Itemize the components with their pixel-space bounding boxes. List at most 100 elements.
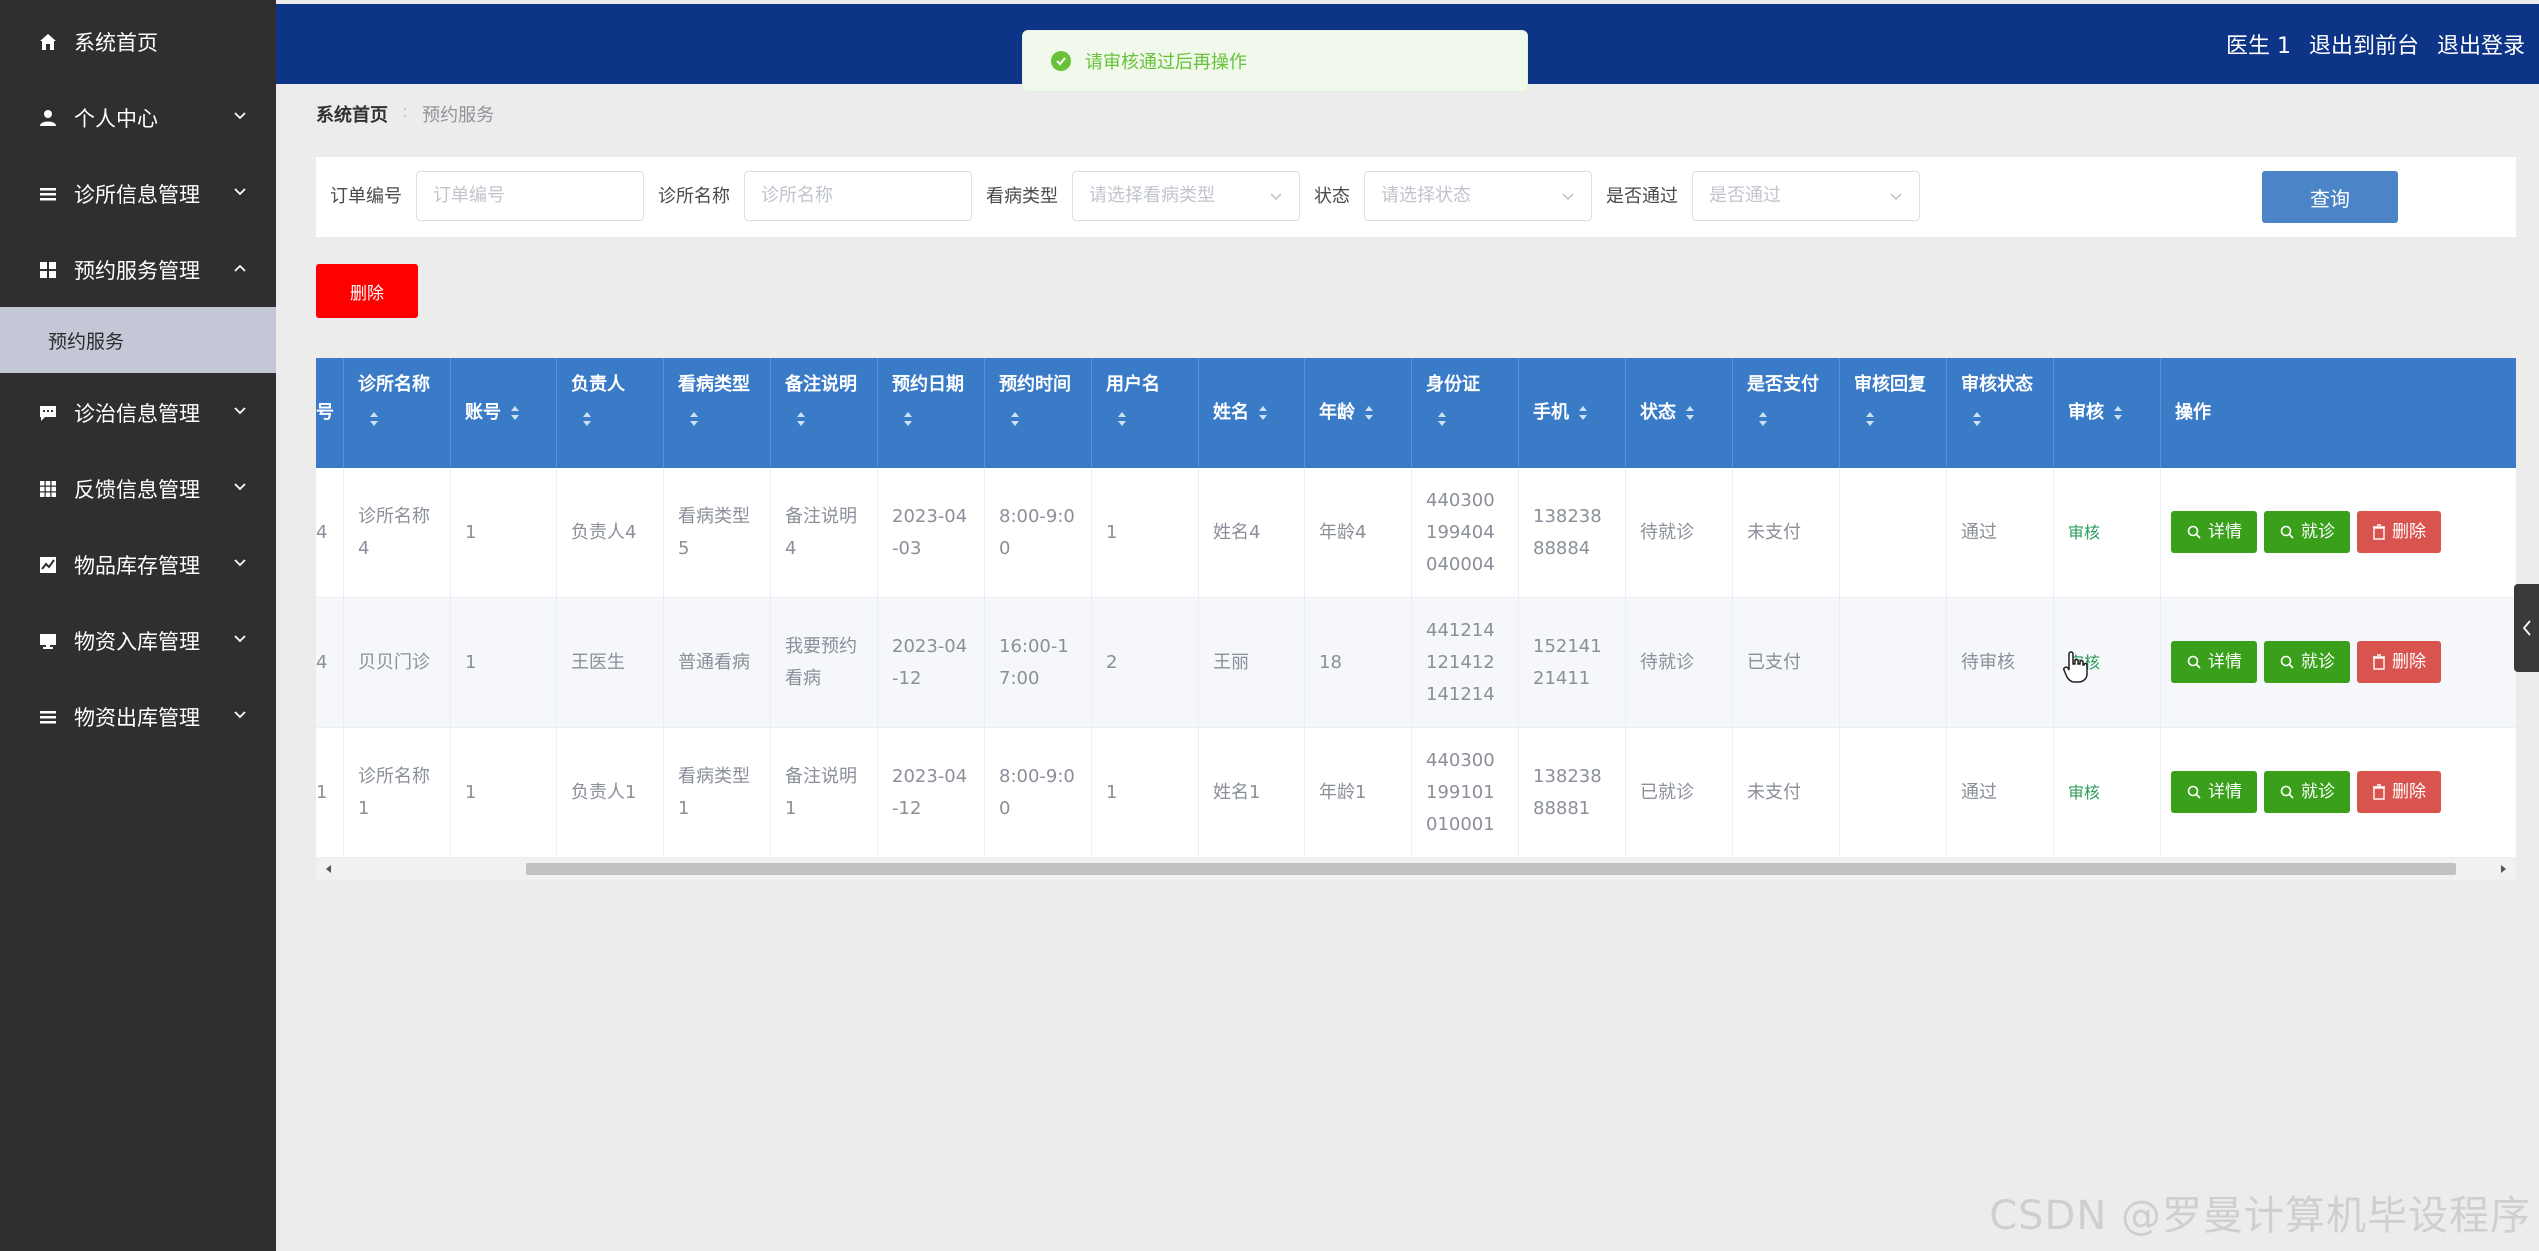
sort-icon [1118, 412, 1126, 426]
search-icon [2280, 525, 2294, 539]
sort-icon [1365, 406, 1373, 420]
cell-index: 4 [316, 468, 344, 597]
cell-actions: 详情 就诊 删除 [2161, 598, 2516, 727]
exit-to-front-link[interactable]: 退出到前台 [2309, 28, 2419, 60]
visit-button[interactable]: 就诊 [2264, 641, 2350, 683]
sidebar-subitem-appointment-service[interactable]: 预约服务 [0, 307, 276, 373]
cell-status: 已就诊 [1626, 728, 1733, 857]
col-header-clinic-name[interactable]: 诊所名称 [344, 358, 451, 468]
breadcrumb-home[interactable]: 系统首页 [316, 101, 388, 127]
cell-audit-status: 通过 [1947, 728, 2054, 857]
scroll-thumb[interactable] [526, 863, 2456, 875]
sidebar-item-home[interactable]: 系统首页 [0, 4, 276, 80]
sort-icon [1759, 412, 1767, 426]
topbar-user-area: 医生 1 退出到前台 退出登录 [2226, 4, 2525, 84]
cell-clinic-name: 贝贝门诊 [344, 598, 451, 727]
cell-notes: 备注说明1 [771, 728, 878, 857]
home-icon [38, 32, 58, 52]
success-toast: 请审核通过后再操作 [1022, 30, 1528, 92]
chevron-up-icon [234, 264, 246, 272]
table-horizontal-scrollbar[interactable] [316, 858, 2516, 880]
sort-icon [904, 412, 912, 426]
cell-age: 18 [1305, 598, 1412, 727]
sidebar-item-stock-in[interactable]: 物资入库管理 [0, 603, 276, 679]
sidebar-item-appointment[interactable]: 预约服务管理 [0, 232, 276, 308]
visit-button[interactable]: 就诊 [2264, 771, 2350, 813]
detail-label: 详情 [2208, 522, 2242, 542]
delete-button[interactable]: 删除 [2357, 771, 2441, 813]
user-icon [38, 108, 58, 128]
header-text: 诊所名称 [358, 374, 430, 395]
chevron-down-icon [234, 407, 246, 415]
status-select[interactable]: 请选择状态 [1364, 171, 1592, 221]
sidebar-item-clinic[interactable]: 诊所信息管理 [0, 156, 276, 232]
cell-id-card: 440300199101010001 [1412, 728, 1519, 857]
delete-button[interactable]: 删除 [2357, 511, 2441, 553]
col-header-account[interactable]: 账号 [451, 358, 557, 468]
cell-time: 8:00-9:00 [985, 728, 1092, 857]
col-header-audit[interactable]: 审核 [2054, 358, 2161, 468]
col-header-age[interactable]: 年龄 [1305, 358, 1412, 468]
sort-icon [1011, 412, 1019, 426]
col-header-notes[interactable]: 备注说明 [771, 358, 878, 468]
table-row: 1 诊所名称1 1 负责人1 看病类型1 备注说明1 2023-04-12 8:… [316, 728, 2516, 858]
query-button[interactable]: 查询 [2262, 171, 2398, 223]
batch-delete-button[interactable]: 删除 [316, 264, 418, 318]
detail-button[interactable]: 详情 [2171, 771, 2257, 813]
cell-phone: 13823888881 [1519, 728, 1626, 857]
col-header-date[interactable]: 预约日期 [878, 358, 985, 468]
sidebar-item-treatment[interactable]: 诊治信息管理 [0, 375, 276, 451]
search-icon [2187, 525, 2201, 539]
col-header-status[interactable]: 状态 [1626, 358, 1733, 468]
col-header-audit-status[interactable]: 审核状态 [1947, 358, 2054, 468]
col-header-name[interactable]: 姓名 [1199, 358, 1305, 468]
sort-icon [1259, 406, 1267, 420]
chevron-down-icon [234, 711, 246, 719]
scroll-left-icon[interactable] [322, 862, 336, 876]
sidebar-item-profile[interactable]: 个人中心 [0, 80, 276, 156]
cell-account: 1 [451, 598, 557, 727]
detail-button[interactable]: 详情 [2171, 641, 2257, 683]
logout-link[interactable]: 退出登录 [2437, 28, 2525, 60]
cell-actions: 详情 就诊 删除 [2161, 728, 2516, 857]
cell-time: 8:00-9:00 [985, 468, 1092, 597]
cell-notes: 我要预约看病 [771, 598, 878, 727]
visit-type-placeholder: 请选择看病类型 [1089, 185, 1215, 206]
visit-button[interactable]: 就诊 [2264, 511, 2350, 553]
cell-manager: 负责人4 [557, 468, 664, 597]
cell-username: 1 [1092, 468, 1199, 597]
col-header-visit-type[interactable]: 看病类型 [664, 358, 771, 468]
audit-link[interactable]: 审核 [2068, 777, 2100, 809]
sidebar-item-stock-out[interactable]: 物资出库管理 [0, 679, 276, 755]
sidebar-item-inventory[interactable]: 物品库存管理 [0, 527, 276, 603]
col-header-manager[interactable]: 负责人 [557, 358, 664, 468]
list-icon [38, 184, 58, 204]
header-text: 用户名 [1106, 374, 1160, 395]
detail-label: 详情 [2208, 652, 2242, 672]
sort-icon [690, 412, 698, 426]
cell-date: 2023-04-12 [878, 728, 985, 857]
cell-date: 2023-04-12 [878, 598, 985, 727]
side-panel-handle[interactable] [2514, 584, 2539, 672]
status-label: 状态 [1314, 186, 1350, 207]
clinic-name-input[interactable]: 诊所名称 [744, 171, 972, 221]
header-text: 姓名 [1213, 402, 1249, 423]
header-text: 备注说明 [785, 374, 857, 395]
col-header-username[interactable]: 用户名 [1092, 358, 1199, 468]
passed-select[interactable]: 是否通过 [1692, 171, 1920, 221]
scroll-right-icon[interactable] [2496, 862, 2510, 876]
search-filter-bar: 订单编号 订单编号 诊所名称 诊所名称 看病类型 请选择看病类型 状态 请选择状… [316, 157, 2516, 237]
col-header-id-card[interactable]: 身份证 [1412, 358, 1519, 468]
audit-link[interactable]: 审核 [2068, 517, 2100, 549]
detail-button[interactable]: 详情 [2171, 511, 2257, 553]
col-header-phone[interactable]: 手机 [1519, 358, 1626, 468]
col-header-audit-reply[interactable]: 审核回复 [1840, 358, 1947, 468]
delete-button[interactable]: 删除 [2357, 641, 2441, 683]
sidebar-item-feedback[interactable]: 反馈信息管理 [0, 451, 276, 527]
chevron-down-icon [1270, 193, 1282, 201]
col-header-time[interactable]: 预约时间 [985, 358, 1092, 468]
order-number-input[interactable]: 订单编号 [416, 171, 644, 221]
col-header-paid[interactable]: 是否支付 [1733, 358, 1840, 468]
sort-icon [1686, 406, 1694, 420]
visit-type-select[interactable]: 请选择看病类型 [1072, 171, 1300, 221]
